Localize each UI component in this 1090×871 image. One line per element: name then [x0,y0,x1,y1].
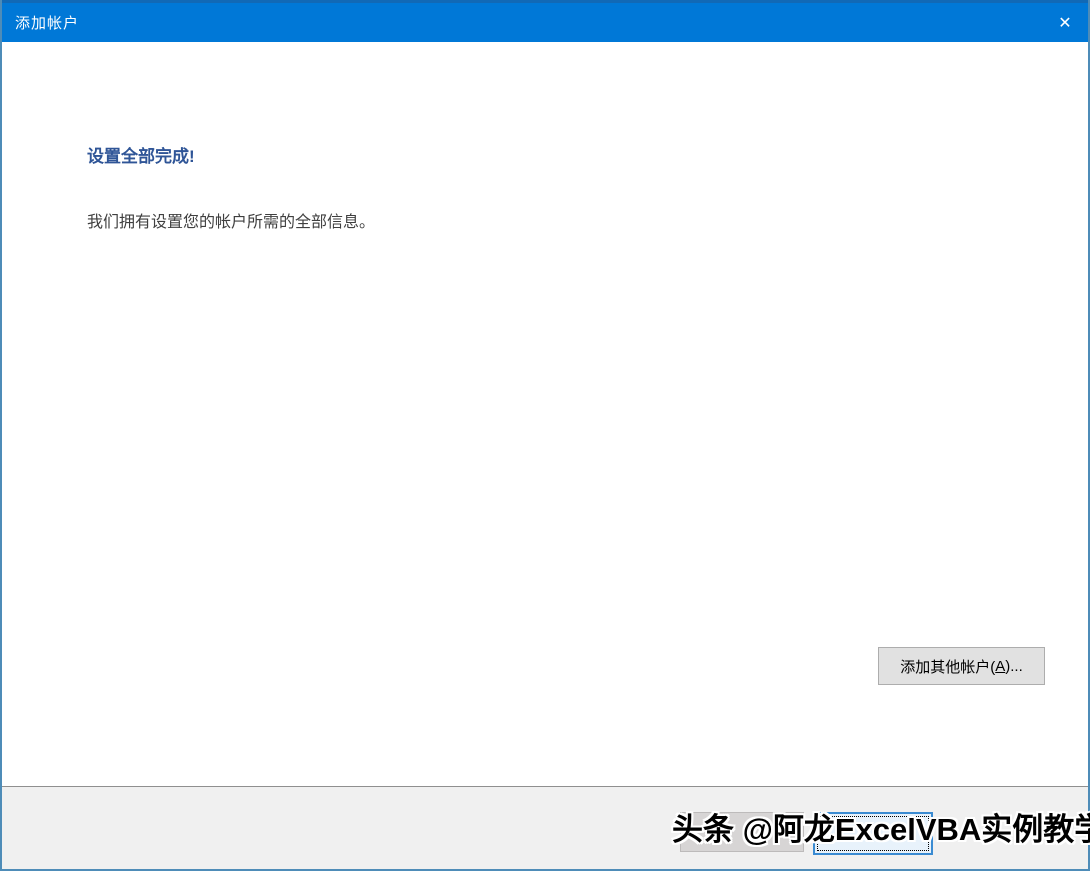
window-title: 添加帐户 [15,12,79,33]
close-icon: ✕ [1058,13,1071,33]
back-button[interactable] [680,812,804,852]
finish-button-focused[interactable] [813,812,933,855]
dialog-footer [2,786,1088,869]
add-other-account-button[interactable]: 添加其他帐户(A)... [878,647,1045,685]
close-button[interactable]: ✕ [1042,3,1088,42]
add-other-account-access-key: A [995,658,1005,675]
setup-complete-heading: 设置全部完成! [87,142,195,167]
setup-complete-message: 我们拥有设置您的帐户所需的全部信息。 [87,208,375,232]
titlebar: 添加帐户 ✕ [2,0,1088,42]
dialog-content: 设置全部完成! 我们拥有设置您的帐户所需的全部信息。 添加其他帐户(A)... [2,42,1088,786]
add-account-dialog: 添加帐户 ✕ 设置全部完成! 我们拥有设置您的帐户所需的全部信息。 添加其他帐户… [0,0,1090,871]
add-other-account-label-suffix: )... [1005,658,1023,675]
add-other-account-label-prefix: 添加其他帐户( [900,656,995,677]
